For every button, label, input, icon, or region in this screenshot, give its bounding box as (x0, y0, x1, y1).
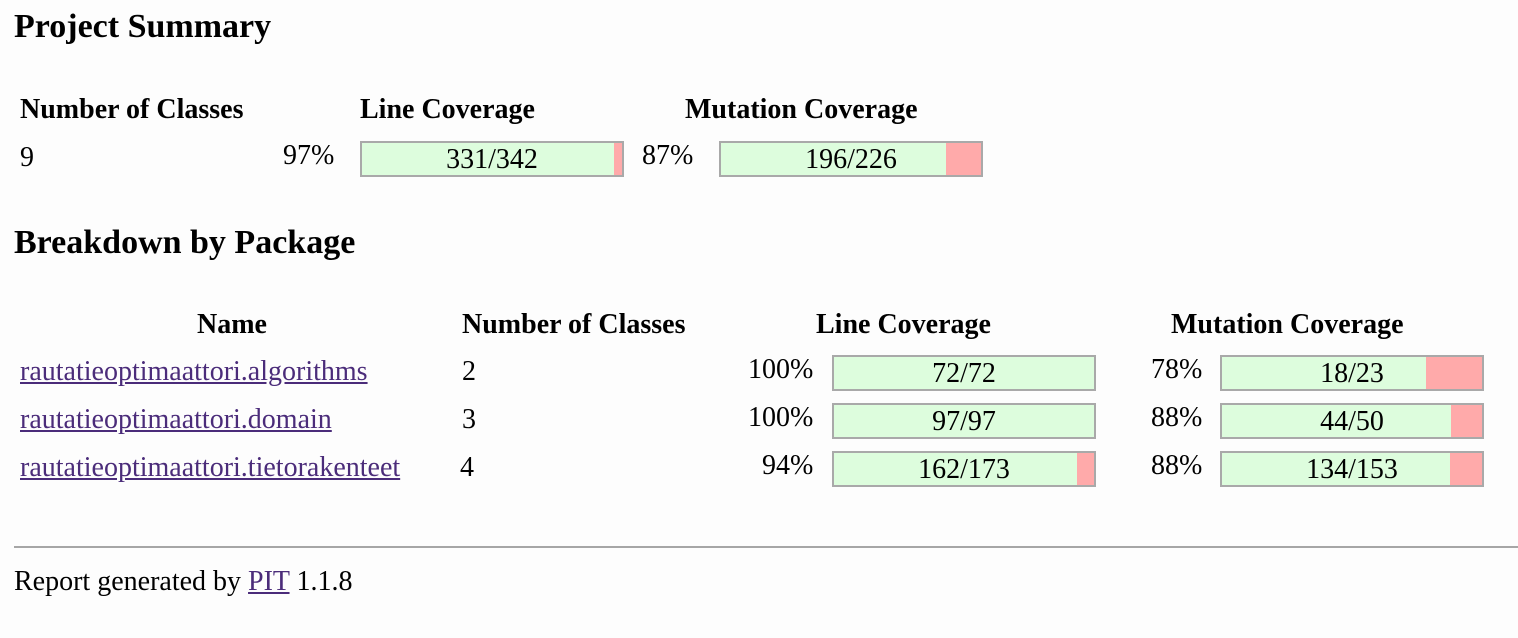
summary-classes-header: Number of Classes (20, 94, 244, 125)
breakdown-name-header: Name (197, 309, 267, 340)
package-line-coverage-bar: 97/97 (832, 403, 1096, 439)
package-link-domain[interactable]: rautatieoptimaattori.domain (20, 404, 332, 436)
package-mutation-percent: 88% (1151, 450, 1203, 481)
summary-line-percent: 97% (283, 140, 335, 171)
package-mutation-coverage-bar: 18/23 (1220, 355, 1484, 391)
package-mutation-coverage-bar: 134/153 (1220, 451, 1484, 487)
project-summary-heading: Project Summary (14, 8, 272, 45)
summary-classes-value: 9 (20, 142, 34, 173)
package-line-ratio: 97/97 (932, 406, 996, 437)
summary-mutation-percent: 87% (642, 140, 694, 171)
pit-link[interactable]: PIT (248, 566, 290, 597)
summary-mutation-ratio: 196/226 (805, 144, 897, 175)
breakdown-heading: Breakdown by Package (14, 224, 356, 261)
breakdown-classes-header: Number of Classes (462, 309, 686, 340)
package-mutation-coverage-bar: 44/50 (1220, 403, 1484, 439)
footer-prefix: Report generated by (14, 566, 242, 597)
summary-line-header: Line Coverage (360, 94, 535, 125)
summary-line-ratio: 331/342 (446, 144, 538, 175)
package-classes-value: 3 (462, 404, 476, 435)
summary-mutation-header: Mutation Coverage (685, 94, 918, 125)
footer-divider (14, 546, 1518, 548)
footer-version: 1.1.8 (296, 566, 353, 597)
report-footer: Report generated by PIT 1.1.8 (14, 566, 353, 598)
package-link-algorithms[interactable]: rautatieoptimaattori.algorithms (20, 356, 368, 388)
package-line-percent: 100% (748, 354, 814, 385)
package-line-percent: 94% (762, 450, 814, 481)
package-line-coverage-bar: 162/173 (832, 451, 1096, 487)
package-mutation-percent: 88% (1151, 402, 1203, 433)
summary-line-coverage-bar: 331/342 (360, 141, 624, 177)
package-mutation-percent: 78% (1151, 354, 1203, 385)
package-classes-value: 4 (460, 452, 474, 483)
package-line-ratio: 72/72 (932, 358, 996, 389)
summary-mutation-coverage-bar: 196/226 (719, 141, 983, 177)
package-line-ratio: 162/173 (918, 454, 1010, 485)
package-mutation-ratio: 134/153 (1306, 454, 1398, 485)
breakdown-mutation-header: Mutation Coverage (1171, 309, 1404, 340)
package-mutation-ratio: 44/50 (1320, 406, 1384, 437)
package-line-percent: 100% (748, 402, 814, 433)
package-link-tietorakenteet[interactable]: rautatieoptimaattori.tietorakenteet (20, 452, 400, 484)
package-line-coverage-bar: 72/72 (832, 355, 1096, 391)
breakdown-line-header: Line Coverage (816, 309, 991, 340)
package-mutation-ratio: 18/23 (1320, 358, 1384, 389)
package-classes-value: 2 (462, 356, 476, 387)
